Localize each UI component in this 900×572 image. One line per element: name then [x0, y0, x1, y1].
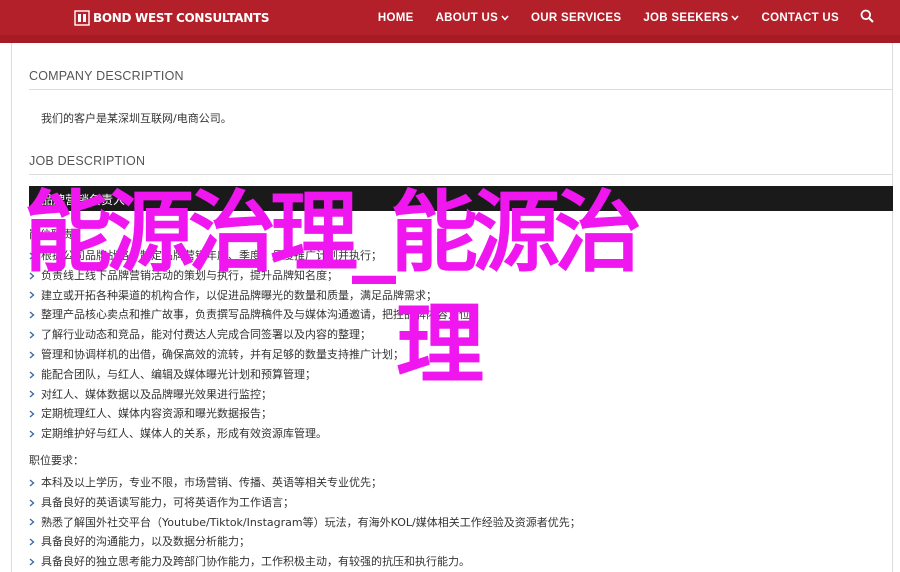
list-item-text: 熟悉了解国外社交平台（Youtube/Tiktok/Instagram等）玩法，…	[41, 515, 581, 529]
list-item: 整理产品核心卖点和推广故事，负责撰写品牌稿件及与媒体沟通邀请，把控品牌内容定位；	[29, 305, 481, 325]
chevron-right-icon	[29, 286, 39, 306]
nav-home[interactable]: HOME	[367, 12, 425, 24]
chevron-right-icon	[29, 493, 39, 513]
chevron-right-icon	[29, 473, 39, 493]
duties-label: 岗位职责：	[29, 228, 84, 241]
list-item: 熟悉了解国外社交平台（Youtube/Tiktok/Instagram等）玩法，…	[29, 513, 581, 533]
chevron-right-icon	[29, 345, 39, 365]
chevron-right-icon	[29, 513, 39, 533]
list-item: 具备良好的英语读写能力，可将英语作为工作语言；	[29, 493, 581, 513]
job-description-title: JOB DESCRIPTION	[29, 154, 146, 168]
chevron-right-icon	[29, 552, 39, 572]
position-title-bar: 品牌营销负责人	[29, 186, 893, 211]
list-item: 能配合团队，与红人、编辑及媒体曝光计划和预算管理；	[29, 365, 481, 385]
list-item: 对红人、媒体数据以及品牌曝光效果进行监控；	[29, 385, 481, 405]
brand-name: BOND WEST CONSULTANTS	[93, 11, 270, 25]
chevron-right-icon	[29, 532, 39, 552]
chevron-right-icon	[29, 266, 39, 286]
main-nav: HOME ABOUT US OUR SERVICES JOB SEEKERS C…	[367, 0, 878, 35]
list-item: 建立或开拓各种渠道的机构合作，以促进品牌曝光的数量和质量，满足品牌需求；	[29, 286, 481, 306]
search-icon	[860, 8, 874, 27]
header-subbar	[0, 35, 900, 43]
list-item: 负责线上线下品牌营销活动的策划与执行，提升品牌知名度；	[29, 266, 481, 286]
list-item: 具备良好的独立思考能力及跨部门协作能力，工作积极主动，有较强的抗压和执行能力。	[29, 552, 581, 572]
position-title: 品牌营销负责人	[41, 193, 126, 207]
list-item: 定期维护好与红人、媒体人的关系，形成有效资源库管理。	[29, 424, 481, 444]
list-item-text: 定期梳理红人、媒体内容资源和曝光数据报告；	[41, 407, 272, 421]
duties-list: 根据公司品牌战略，制定品牌营销年度、季度、月度推广计划并执行； 负责线上线下品牌…	[29, 246, 481, 444]
list-item-text: 对红人、媒体数据以及品牌曝光效果进行监控；	[41, 387, 272, 401]
chevron-right-icon	[29, 404, 39, 424]
list-item-text: 具备良好的独立思考能力及跨部门协作能力，工作积极主动，有较强的抗压和执行能力。	[41, 555, 470, 569]
chevron-down-icon	[731, 14, 740, 23]
list-item: 具备良好的沟通能力，以及数据分析能力；	[29, 532, 581, 552]
search-button[interactable]	[850, 8, 878, 27]
list-item: 管理和协调样机的出借，确保高效的流转，并有足够的数量支持推广计划；	[29, 345, 481, 365]
divider	[29, 89, 893, 90]
list-item-text: 了解行业动态和竞品，能对付费达人完成合同签署以及内容的整理；	[41, 328, 371, 342]
list-item-text: 能配合团队，与红人、编辑及媒体曝光计划和预算管理；	[41, 367, 316, 381]
list-item-text: 整理产品核心卖点和推广故事，负责撰写品牌稿件及与媒体沟通邀请，把控品牌内容定位；	[41, 308, 481, 322]
list-item-text: 具备良好的英语读写能力，可将英语作为工作语言；	[41, 495, 294, 509]
nav-contact-us-label: CONTACT US	[761, 11, 839, 24]
chevron-down-icon	[501, 14, 509, 23]
chevron-right-icon	[29, 385, 39, 405]
list-item-text: 定期维护好与红人、媒体人的关系，形成有效资源库管理。	[41, 427, 327, 441]
chevron-right-icon	[29, 246, 39, 266]
list-item-text: 管理和协调样机的出借，确保高效的流转，并有足够的数量支持推广计划；	[41, 347, 404, 361]
requirements-list: 本科及以上学历，专业不限，市场营销、传播、英语等相关专业优先； 具备良好的英语读…	[29, 473, 581, 572]
list-item-text: 本科及以上学历，专业不限，市场营销、传播、英语等相关专业优先；	[41, 476, 382, 489]
chevron-right-icon	[29, 325, 39, 345]
chevron-right-icon	[29, 365, 39, 385]
list-item: 定期梳理红人、媒体内容资源和曝光数据报告；	[29, 404, 481, 424]
company-description-title: COMPANY DESCRIPTION	[29, 69, 184, 83]
nav-home-label: HOME	[377, 11, 414, 24]
list-item-text: 具备良好的沟通能力，以及数据分析能力；	[41, 535, 250, 549]
nav-our-services[interactable]: OUR SERVICES	[520, 12, 632, 24]
list-item-text: 建立或开拓各种渠道的机构合作，以促进品牌曝光的数量和质量，满足品牌需求；	[41, 288, 437, 302]
chevron-right-icon	[29, 424, 39, 444]
nav-our-services-label: OUR SERVICES	[531, 11, 622, 24]
list-item: 本科及以上学历，专业不限，市场营销、传播、英语等相关专业优先；	[29, 473, 581, 493]
list-item-text: 根据公司品牌战略，制定品牌营销年度、季度、月度推广计划并执行；	[41, 249, 382, 262]
list-item: 根据公司品牌战略，制定品牌营销年度、季度、月度推广计划并执行；	[29, 246, 481, 266]
list-item-text: 负责线上线下品牌营销活动的策划与执行，提升品牌知名度；	[41, 268, 338, 282]
job-detail-card: COMPANY DESCRIPTION 我们的客户是某深圳互联网/电商公司。 J…	[11, 43, 893, 572]
chevron-right-icon	[29, 305, 39, 325]
nav-job-seekers-label: JOB SEEKERS	[643, 11, 729, 24]
list-item: 了解行业动态和竞品，能对付费达人完成合同签署以及内容的整理；	[29, 325, 481, 345]
brand-logo[interactable]: BOND WEST CONSULTANTS	[74, 9, 269, 27]
requirements-label: 职位要求：	[29, 454, 84, 467]
nav-about-us-label: ABOUT US	[435, 11, 499, 24]
nav-about-us[interactable]: ABOUT US	[425, 12, 520, 24]
divider	[29, 174, 893, 175]
nav-contact-us[interactable]: CONTACT US	[750, 12, 850, 24]
logo-icon	[74, 10, 90, 26]
nav-job-seekers[interactable]: JOB SEEKERS	[632, 12, 750, 24]
company-description-text: 我们的客户是某深圳互联网/电商公司。	[41, 112, 232, 125]
